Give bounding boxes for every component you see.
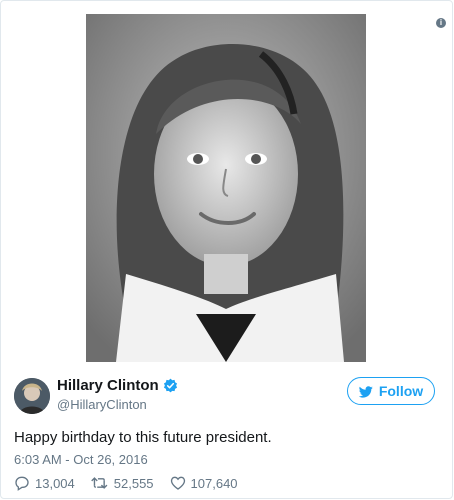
retweet-action[interactable]: 52,555 — [90, 475, 154, 491]
verified-badge-icon — [163, 378, 178, 393]
heart-icon — [170, 476, 185, 490]
tweet-timestamp[interactable]: 6:03 AM - Oct 26, 2016 — [14, 452, 148, 467]
reply-icon — [15, 476, 29, 491]
display-name[interactable]: Hillary Clinton — [57, 377, 159, 394]
tweet-header: Hillary Clinton @HillaryClinton Follow — [1, 363, 454, 418]
tweet-text: Happy birthday to this future president. — [14, 429, 272, 446]
like-action[interactable]: 107,640 — [170, 475, 238, 491]
follow-label: Follow — [378, 383, 424, 399]
tweet-card: i Hillary Clinton @HillaryClinton Follow… — [0, 0, 453, 499]
info-icon[interactable]: i — [436, 18, 446, 28]
twitter-bird-icon — [358, 385, 373, 398]
like-count: 107,640 — [190, 475, 238, 491]
handle[interactable]: @HillaryClinton — [57, 397, 147, 412]
reply-count: 13,004 — [35, 475, 75, 491]
avatar[interactable] — [14, 378, 50, 414]
retweet-icon — [90, 477, 108, 489]
name-row: Hillary Clinton — [57, 377, 178, 394]
tweet-photo[interactable] — [86, 14, 366, 362]
retweet-count: 52,555 — [113, 475, 154, 491]
tweet-actions: 13,004 52,555 107,640 — [14, 475, 254, 491]
follow-button[interactable]: Follow — [347, 377, 435, 405]
reply-action[interactable]: 13,004 — [14, 475, 75, 491]
